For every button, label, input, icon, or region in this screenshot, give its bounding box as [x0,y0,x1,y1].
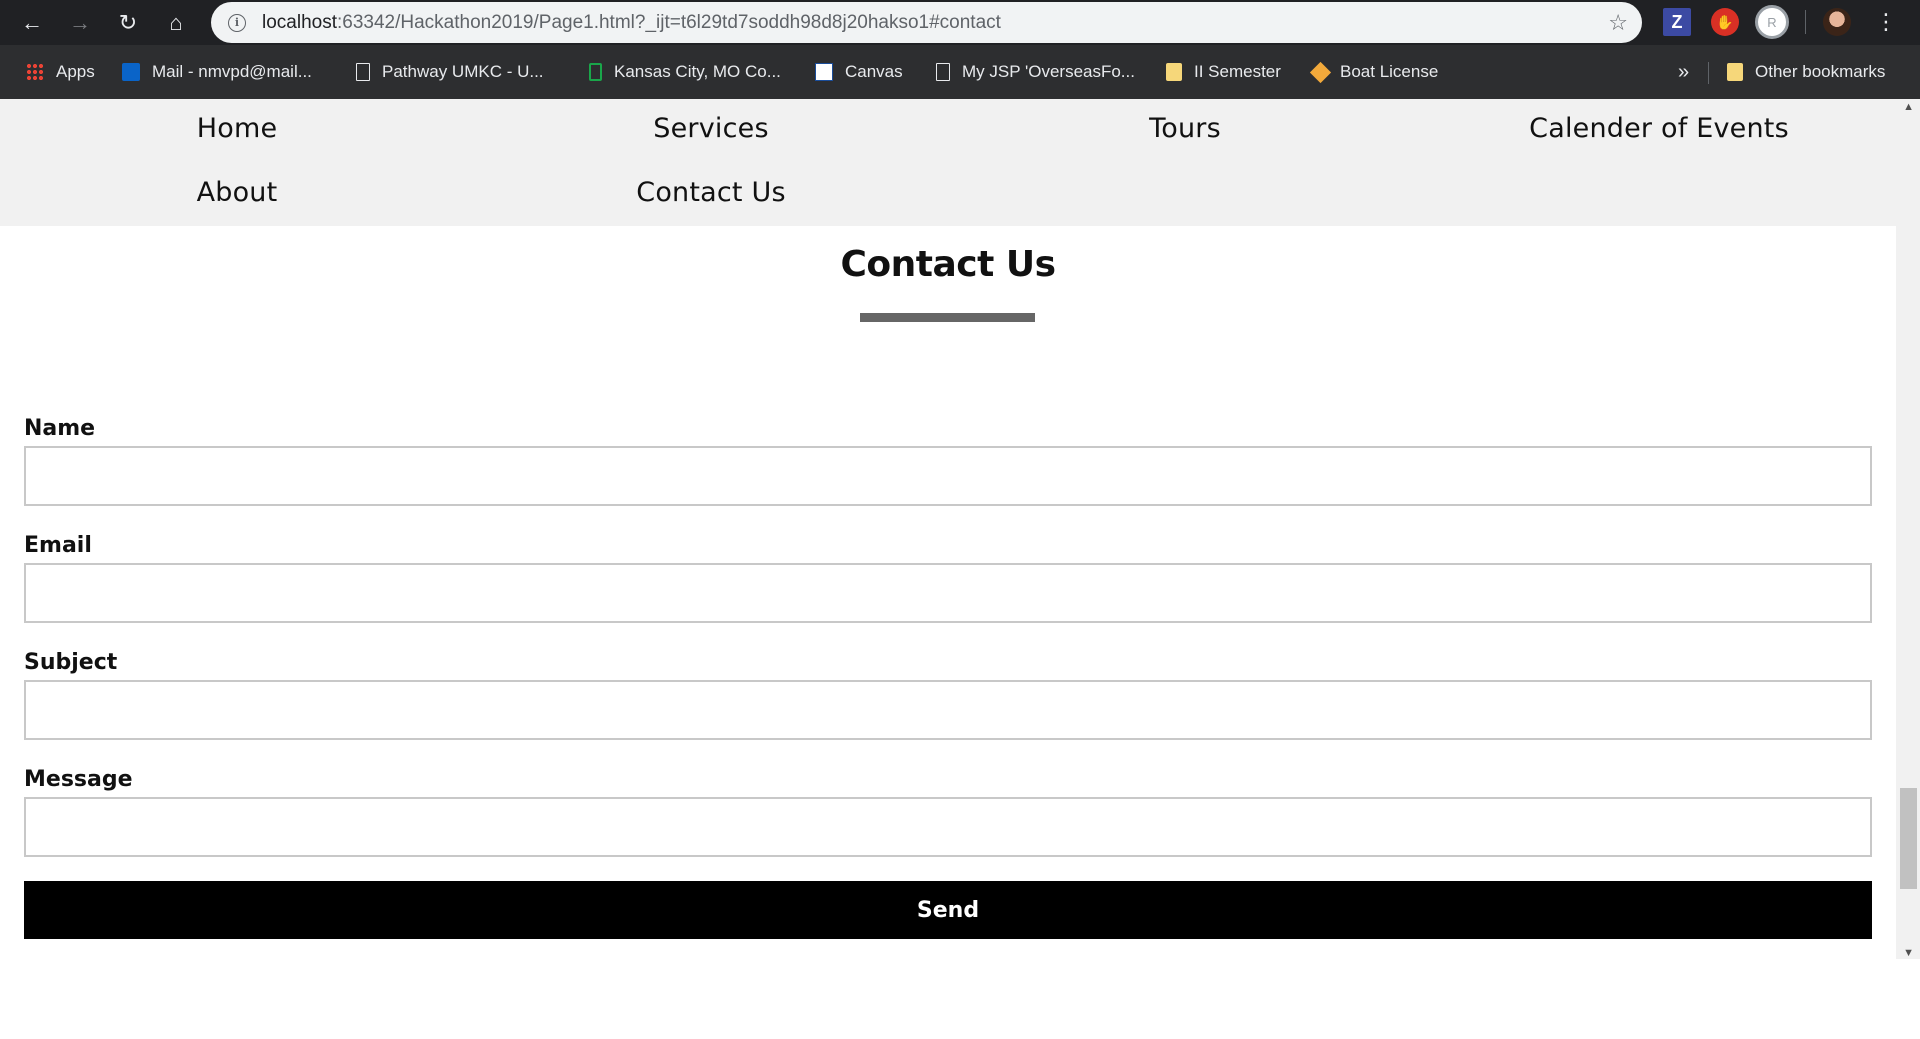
section-title: Contact Us [840,244,1056,285]
scrollbar-thumb[interactable] [1900,788,1917,889]
send-button[interactable]: Send [24,881,1872,939]
title-underline [860,313,1035,322]
email-input[interactable] [24,563,1872,623]
r-extension-icon[interactable]: R [1755,5,1789,39]
url-host: localhost [262,11,337,33]
bookmark-label: Pathway UMKC - U... [382,62,544,81]
back-arrow-icon[interactable]: ← [8,0,56,45]
apps-grid-icon [26,63,44,81]
bookmark-star-icon[interactable]: ☆ [1608,10,1628,36]
name-input[interactable] [24,446,1872,506]
boat-icon [1309,61,1332,83]
message-label: Message [24,767,133,792]
bookmarks-overflow-chevron-icon[interactable]: » [1678,45,1689,99]
bookmark-label: Kansas City, MO Co... [614,62,781,81]
site-navigation: Home Services Tours Calender of Events A… [0,99,1896,226]
bookmark-label: Other bookmarks [1755,62,1886,81]
scroll-up-arrow-icon[interactable]: ▲ [1903,101,1914,113]
url-path: :63342/Hackathon2019/Page1.html?_ijt=t6l… [337,11,1001,33]
contact-section: Contact Us Name Email Subject Message Se… [0,226,1896,1039]
bookmark-boat-license[interactable]: Boat License [1309,45,1439,99]
z-extension-icon[interactable]: Z [1663,8,1691,36]
bookmark-label: Apps [56,62,95,81]
address-bar[interactable]: i localhost:63342/Hackathon2019/Page1.ht… [211,2,1642,43]
folder-icon [1166,63,1182,81]
umkc-icon [815,63,833,81]
bookmark-canvas[interactable]: Canvas [815,45,903,99]
nav-link-services[interactable]: Services [474,113,948,144]
email-label: Email [24,533,92,558]
bookmark-my-jsp[interactable]: My JSP 'OverseasFo... [936,45,1135,99]
bookmark-label: II Semester [1194,62,1281,81]
bookmark-label: My JSP 'OverseasFo... [962,62,1135,81]
bookmark-label: Mail - nmvpd@mail... [152,62,312,81]
bookmark-apps[interactable]: Apps [26,45,95,99]
bookmark-other-bookmarks[interactable]: Other bookmarks [1727,45,1885,99]
nav-link-contact-us[interactable]: Contact Us [474,177,948,208]
bookmark-mail[interactable]: Mail - nmvpd@mail... [122,45,312,99]
nav-link-calender-of-events[interactable]: Calender of Events [1422,113,1896,144]
profile-avatar[interactable] [1823,8,1851,36]
home-icon[interactable]: ⌂ [152,0,200,45]
bookmark-label: Canvas [845,62,903,81]
bookmarks-bar: Apps Mail - nmvpd@mail... Pathway UMKC -… [0,45,1920,99]
scroll-down-arrow-icon[interactable]: ▼ [1903,947,1914,959]
subject-label: Subject [24,650,118,675]
folder-icon [1727,63,1743,81]
page-icon [356,63,370,81]
bookmarks-divider [1708,62,1709,84]
adblock-icon[interactable]: ✋ [1711,8,1739,36]
bookmark-ii-semester[interactable]: II Semester [1166,45,1281,99]
browser-menu-icon[interactable]: ⋮ [1872,8,1900,36]
nav-link-about[interactable]: About [0,177,474,208]
phone-icon [589,63,602,81]
page-icon [936,63,950,81]
site-info-icon[interactable]: i [228,13,246,32]
forward-arrow-icon[interactable]: → [56,0,104,45]
page-viewport: Home Services Tours Calender of Events A… [0,99,1920,1039]
nav-link-home[interactable]: Home [0,113,474,144]
page-scrollbar[interactable]: ▲ ▼ [1896,99,1920,959]
subject-input[interactable] [24,680,1872,740]
url-text[interactable]: localhost:63342/Hackathon2019/Page1.html… [262,12,1001,34]
bookmark-pathway-umkc[interactable]: Pathway UMKC - U... [356,45,544,99]
outlook-icon [122,63,140,81]
toolbar-divider [1805,10,1806,34]
browser-toolbar: ← → ↻ ⌂ i localhost:63342/Hackathon2019/… [0,0,1920,45]
reload-icon[interactable]: ↻ [104,0,152,45]
bookmark-kansas-city[interactable]: Kansas City, MO Co... [589,45,781,99]
message-input[interactable] [24,797,1872,857]
bookmark-label: Boat License [1340,62,1439,81]
nav-link-tours[interactable]: Tours [948,113,1422,144]
name-label: Name [24,416,96,441]
